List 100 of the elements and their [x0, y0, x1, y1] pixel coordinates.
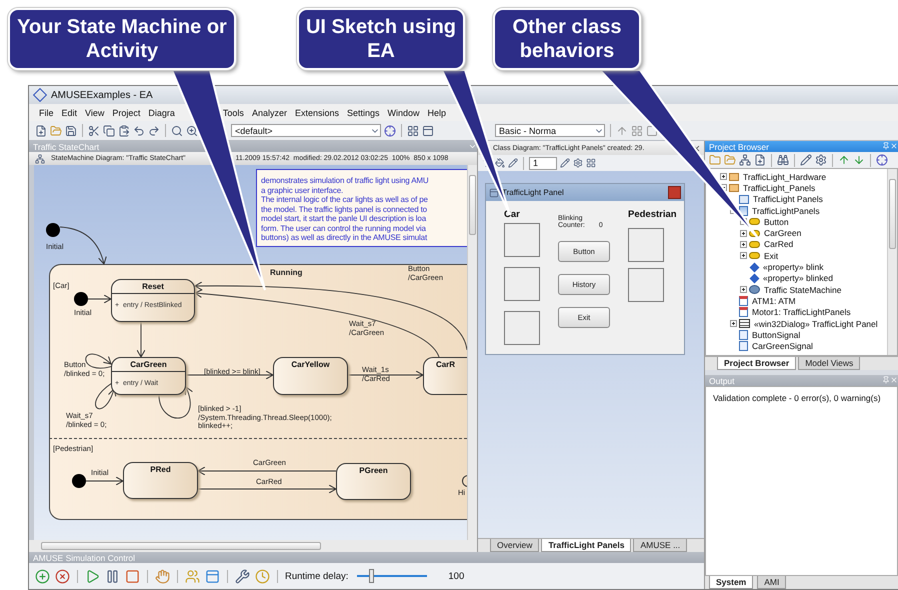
pencil-icon[interactable] — [800, 154, 812, 166]
target-icon[interactable] — [876, 154, 888, 166]
menu-item[interactable]: Help — [424, 108, 450, 118]
square-icon[interactable] — [646, 124, 658, 136]
menu-item[interactable]: File — [35, 108, 58, 118]
diagram-tab[interactable]: AMUSE ... — [633, 539, 688, 552]
menu-item[interactable]: View — [81, 108, 108, 118]
tree-item-label[interactable]: CarGreenSignal — [752, 341, 813, 352]
menu-item[interactable]: Diagra — [144, 108, 179, 118]
tree-item[interactable]: CarRed — [740, 238, 887, 250]
tree-item-label[interactable]: Exit — [764, 250, 778, 261]
tree-item-label[interactable]: TrafficLightPanels — [752, 206, 820, 216]
arrow-up-icon[interactable] — [838, 154, 850, 166]
tree-item-label[interactable]: Button — [764, 216, 789, 227]
tree-item-label[interactable]: Motor1: TrafficLightPanels — [752, 307, 851, 318]
tree-item[interactable]: «property» blinked — [740, 272, 887, 284]
redo-icon[interactable] — [148, 124, 160, 136]
panel-tab[interactable]: Model Views — [798, 357, 860, 370]
diagram-tab[interactable]: Overview — [490, 539, 540, 552]
diagram-tab[interactable]: TrafficLight Panels — [541, 539, 632, 552]
tree-item[interactable]: ATM1: ATM — [730, 295, 887, 307]
tree-item[interactable]: «win32Dialog» TrafficLight Panel — [730, 318, 887, 330]
expander-icon[interactable] — [740, 286, 747, 294]
zoom-icon[interactable] — [186, 124, 198, 136]
panel-tab[interactable]: Project Browser — [717, 357, 796, 370]
diagram-icon[interactable] — [739, 154, 751, 166]
menu-item[interactable]: Settings — [342, 108, 384, 118]
tree-item-label[interactable]: ATM1: ATM — [752, 296, 796, 306]
paste-icon[interactable] — [118, 124, 130, 136]
cut-icon[interactable] — [88, 124, 100, 136]
slider-thumb[interactable] — [369, 569, 374, 583]
menu-item[interactable]: Project — [108, 108, 144, 118]
search-icon[interactable] — [171, 124, 183, 136]
stop-icon[interactable] — [125, 568, 140, 584]
new-file-icon[interactable] — [754, 154, 766, 166]
expander-icon[interactable] — [740, 230, 747, 237]
tree-item[interactable]: CarGreen — [740, 227, 887, 239]
settings-icon[interactable] — [815, 154, 827, 166]
tree-item-label[interactable]: CarGreen — [764, 228, 802, 238]
tree-item[interactable]: TrafficLight Panels — [730, 194, 887, 205]
tree-item-label[interactable]: Traffic StateMachine — [764, 284, 842, 295]
workspace-dropdown[interactable]: Basic - Norma — [495, 124, 605, 137]
fill-icon[interactable] — [495, 158, 505, 168]
tree-item-label[interactable]: CarRed — [764, 239, 794, 250]
tree-item[interactable]: Traffic StateMachine — [740, 284, 887, 296]
output-tab[interactable]: System — [709, 576, 754, 589]
menu-item[interactable]: Window — [384, 108, 424, 118]
tree-item-label[interactable]: TrafficLight_Hardware — [743, 172, 826, 182]
expander-icon[interactable] — [740, 240, 747, 248]
signalclass-icon — [739, 330, 748, 340]
window-icon[interactable] — [205, 568, 220, 584]
window-icon[interactable] — [422, 124, 434, 136]
play-icon[interactable] — [85, 568, 100, 584]
tree-item[interactable]: Button — [740, 216, 887, 228]
wrench-icon[interactable] — [235, 568, 250, 584]
tree-item-label[interactable]: «win32Dialog» TrafficLight Panel — [754, 318, 878, 328]
tree-item-label[interactable]: TrafficLight_Panels — [743, 182, 816, 193]
tree-item[interactable]: Motor1: TrafficLightPanels — [730, 306, 887, 318]
menu-item[interactable]: Analyzer — [248, 108, 291, 118]
undo-icon[interactable] — [133, 124, 145, 136]
output-tab[interactable]: AMI — [757, 576, 786, 589]
tree-item[interactable]: «property» blink — [740, 261, 887, 273]
tree-item[interactable]: CarGreenSignal — [730, 340, 887, 352]
add-icon[interactable] — [35, 568, 50, 584]
pencil-icon[interactable] — [508, 158, 518, 168]
perspective-dropdown[interactable]: <default> — [231, 124, 381, 137]
save-icon[interactable] — [65, 124, 77, 136]
settings-icon[interactable] — [573, 158, 583, 168]
pin-icon[interactable] — [882, 142, 890, 150]
remove-icon[interactable] — [55, 568, 70, 584]
transition-arrow — [95, 382, 116, 410]
new-file-icon[interactable] — [35, 124, 47, 136]
tree-item[interactable]: TrafficLight_Hardware — [720, 171, 887, 182]
hand-icon[interactable] — [155, 568, 170, 584]
tree-item[interactable]: ButtonSignal — [730, 329, 887, 340]
target-icon[interactable] — [384, 124, 396, 136]
pause-icon[interactable] — [105, 568, 120, 584]
tree-item[interactable]: Exit — [740, 250, 887, 262]
tree-item-label[interactable]: «property» blinked — [763, 273, 833, 284]
menu-item[interactable]: Tools — [218, 108, 248, 118]
binoculars-icon[interactable] — [777, 154, 789, 166]
menu-item[interactable]: Edit — [58, 108, 82, 118]
scrollbar[interactable] — [29, 540, 477, 552]
grid-icon[interactable] — [586, 158, 596, 168]
copy-icon[interactable] — [103, 124, 115, 136]
tree-item-label[interactable]: ButtonSignal — [752, 330, 800, 340]
state-node: PRed — [123, 462, 198, 499]
grid-icon[interactable] — [407, 124, 419, 136]
arrow-down-icon[interactable] — [853, 154, 865, 166]
menu-item[interactable]: Extensions — [290, 108, 343, 118]
tree-item-label[interactable]: TrafficLight Panels — [753, 194, 823, 204]
pencil-icon[interactable] — [560, 158, 570, 168]
tree-item-label[interactable]: «property» blink — [763, 262, 824, 272]
expander-icon[interactable] — [720, 173, 727, 180]
light-placeholder — [628, 228, 664, 262]
expander-icon[interactable] — [740, 252, 747, 260]
expander-icon[interactable] — [730, 320, 737, 327]
scrollbar[interactable] — [887, 169, 897, 355]
line-width-spinner[interactable]: 1 — [529, 156, 557, 170]
scrollbar[interactable] — [467, 165, 477, 540]
